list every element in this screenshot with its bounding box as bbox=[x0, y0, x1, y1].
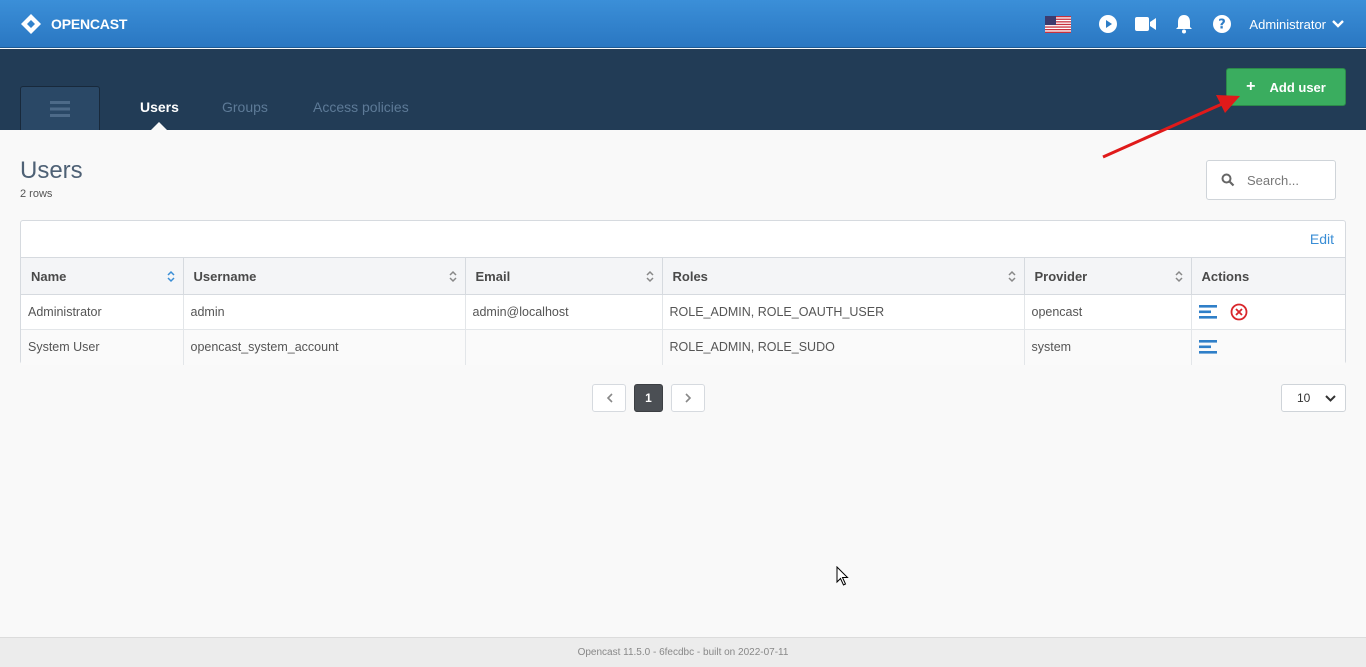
table-header-row: Name Username Email Roles Provider Actio… bbox=[21, 257, 1345, 295]
column-header-label: Roles bbox=[672, 268, 708, 284]
video-camera-icon[interactable] bbox=[1135, 15, 1157, 33]
cell-email bbox=[465, 329, 663, 365]
search-input[interactable] bbox=[1247, 172, 1332, 188]
cell-actions bbox=[1191, 329, 1345, 365]
tab-access-policies[interactable]: Access policies bbox=[313, 99, 409, 115]
us-flag-icon[interactable] bbox=[1045, 15, 1072, 33]
column-header-username[interactable]: Username bbox=[183, 257, 466, 295]
column-header-label: Provider bbox=[1034, 268, 1088, 284]
column-header-email[interactable]: Email bbox=[465, 257, 663, 295]
edit-columns-link[interactable]: Edit bbox=[1310, 231, 1334, 247]
search-box[interactable] bbox=[1206, 160, 1336, 200]
delete-icon[interactable] bbox=[1230, 303, 1248, 321]
chevron-left-icon bbox=[606, 393, 613, 403]
hamburger-icon bbox=[50, 100, 70, 117]
page-size-select[interactable]: 10 bbox=[1281, 384, 1346, 412]
tab-users[interactable]: Users bbox=[140, 99, 179, 115]
column-header-label: Name bbox=[31, 268, 67, 284]
brand-name: OPENCAST bbox=[51, 16, 128, 32]
search-icon bbox=[1221, 173, 1235, 187]
sort-icon bbox=[645, 270, 654, 283]
user-menu-label: Administrator bbox=[1249, 16, 1326, 32]
cell-email: admin@localhost bbox=[465, 294, 663, 330]
column-header-label: Email bbox=[475, 268, 511, 284]
plus-icon: + bbox=[1246, 78, 1256, 95]
add-user-label: Add user bbox=[1269, 79, 1326, 95]
add-user-button[interactable]: + Add user bbox=[1226, 68, 1346, 106]
play-icon[interactable] bbox=[1098, 14, 1118, 34]
chevron-down-icon bbox=[1332, 20, 1344, 28]
footer-version: Opencast 11.5.0 - 6fecdbc - built on 202… bbox=[577, 647, 789, 658]
sort-icon bbox=[448, 270, 457, 283]
page-size-value: 10 bbox=[1297, 391, 1311, 405]
mouse-cursor-icon bbox=[836, 566, 849, 586]
cell-roles: ROLE_ADMIN, ROLE_SUDO bbox=[662, 329, 1025, 365]
table-row[interactable]: Administrator admin admin@localhost ROLE… bbox=[21, 294, 1345, 330]
column-header-label: Actions bbox=[1201, 268, 1250, 284]
sort-icon bbox=[1174, 270, 1183, 283]
details-icon[interactable] bbox=[1198, 305, 1217, 319]
navigation-band: Users Groups Access policies + Add user bbox=[0, 49, 1366, 130]
details-icon[interactable] bbox=[1198, 340, 1217, 354]
user-menu[interactable]: Administrator bbox=[1249, 17, 1344, 32]
users-table: Name Username Email Roles Provider Actio… bbox=[21, 257, 1345, 365]
cell-roles: ROLE_ADMIN, ROLE_OAUTH_USER bbox=[662, 294, 1025, 330]
users-table-container: Edit Name Username Email Roles Provider … bbox=[20, 220, 1346, 365]
active-tab-indicator bbox=[151, 122, 167, 130]
chevron-down-icon bbox=[1325, 395, 1336, 402]
row-count: 2 rows bbox=[20, 188, 53, 200]
sort-icon bbox=[166, 270, 175, 283]
cell-provider: system bbox=[1024, 329, 1192, 365]
svg-text:?: ? bbox=[1219, 18, 1227, 33]
main-menu-toggle[interactable] bbox=[20, 86, 100, 130]
opencast-logo-icon bbox=[21, 14, 41, 34]
cell-name: Administrator bbox=[21, 294, 184, 330]
cell-username: opencast_system_account bbox=[183, 329, 466, 365]
column-header-label: Username bbox=[193, 268, 257, 284]
help-icon[interactable]: ? bbox=[1212, 14, 1232, 34]
next-page-button[interactable] bbox=[671, 384, 705, 412]
column-header-provider[interactable]: Provider bbox=[1024, 257, 1192, 295]
column-header-name[interactable]: Name bbox=[21, 257, 184, 295]
cell-name: System User bbox=[21, 329, 184, 365]
tab-groups[interactable]: Groups bbox=[222, 99, 268, 115]
previous-page-button[interactable] bbox=[592, 384, 626, 412]
sort-icon bbox=[1007, 270, 1016, 283]
cell-actions bbox=[1191, 294, 1345, 330]
bell-icon[interactable] bbox=[1174, 14, 1194, 34]
chevron-right-icon bbox=[684, 393, 691, 403]
table-row[interactable]: System User opencast_system_account ROLE… bbox=[21, 329, 1345, 365]
cell-username: admin bbox=[183, 294, 466, 330]
column-header-actions: Actions bbox=[1191, 257, 1345, 295]
page-title: Users bbox=[20, 157, 83, 184]
top-bar: OPENCAST ? Administrator bbox=[0, 0, 1366, 48]
column-header-roles[interactable]: Roles bbox=[662, 257, 1025, 295]
footer: Opencast 11.5.0 - 6fecdbc - built on 202… bbox=[0, 637, 1366, 667]
opencast-logo[interactable]: OPENCAST bbox=[20, 13, 127, 35]
page-1-button[interactable]: 1 bbox=[634, 384, 663, 412]
cell-provider: opencast bbox=[1024, 294, 1192, 330]
